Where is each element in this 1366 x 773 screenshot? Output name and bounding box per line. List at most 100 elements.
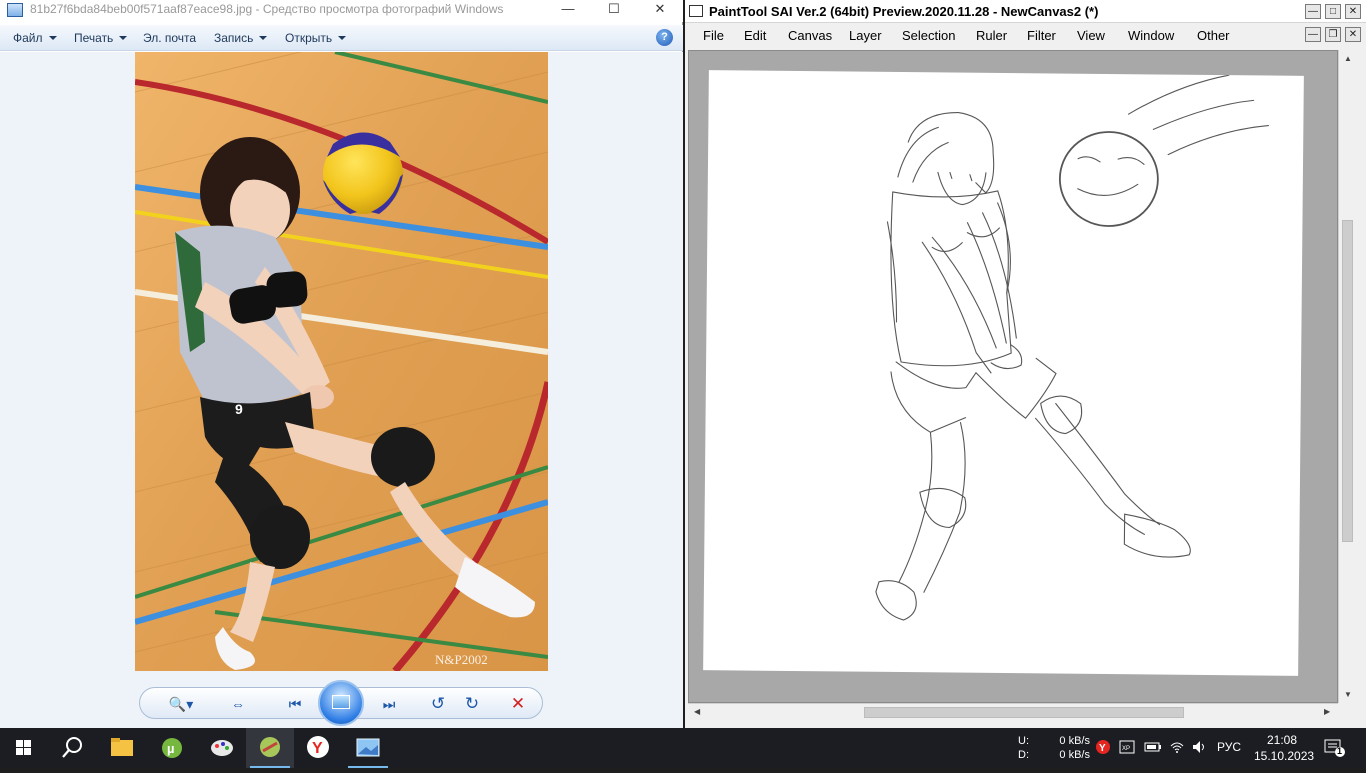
wifi-icon[interactable] xyxy=(1169,739,1185,758)
sai-vertical-scroll-thumb[interactable] xyxy=(1342,220,1353,542)
photo-viewer-icon xyxy=(356,738,380,757)
yandex-tray-icon[interactable]: Y xyxy=(1095,739,1111,758)
zoom-button[interactable]: 🔍▾ xyxy=(164,693,198,715)
sai-horizontal-scrollbar[interactable]: ◀ ▶ xyxy=(688,703,1338,721)
help-icon[interactable]: ? xyxy=(656,29,673,46)
slideshow-button[interactable] xyxy=(318,680,364,726)
sai-app-icon xyxy=(689,5,703,17)
sai-menu-file[interactable]: File xyxy=(703,28,724,43)
search-button[interactable] xyxy=(48,728,96,768)
svg-text:µ: µ xyxy=(167,741,175,756)
taskbar-paint-app[interactable] xyxy=(198,728,246,768)
windows-logo-icon xyxy=(16,740,31,755)
sai-menu-layer[interactable]: Layer xyxy=(849,28,882,43)
sai-menu-other[interactable]: Other xyxy=(1197,28,1230,43)
download-speed: 0 kB/s xyxy=(1059,749,1090,761)
menu-open[interactable]: Открыть xyxy=(285,31,347,45)
sai-menu-ruler[interactable]: Ruler xyxy=(976,28,1007,43)
sai-menu-selection[interactable]: Selection xyxy=(902,28,955,43)
photo-viewer-window: 81b27f6bda84beb00f571aaf87eace98.jpg - С… xyxy=(0,0,683,728)
svg-text:Y: Y xyxy=(1099,743,1106,754)
sai-canvas-workspace[interactable] xyxy=(688,50,1338,703)
clock-time: 21:08 xyxy=(1266,733,1298,747)
taskbar-file-explorer[interactable] xyxy=(98,728,146,768)
canvas-minimize-button[interactable]: — xyxy=(1305,27,1321,42)
volume-icon[interactable] xyxy=(1191,739,1207,758)
sai-menu-edit[interactable]: Edit xyxy=(744,28,766,43)
notification-icon xyxy=(1324,739,1345,757)
photo-viewer-app-icon xyxy=(7,3,23,17)
delete-button[interactable]: ✕ xyxy=(506,693,530,715)
viewer-menubar: Файл Печать Эл. почта Запись Открыть ? xyxy=(0,25,683,51)
menu-file[interactable]: Файл xyxy=(13,31,57,45)
taskbar: µ Y U: D: 0 kB/s 0 kB/s Y XP РУС 21:08 1… xyxy=(0,728,1366,768)
sai-menu-canvas[interactable]: Canvas xyxy=(788,28,832,43)
palette-icon xyxy=(211,740,233,756)
menu-email[interactable]: Эл. почта xyxy=(143,31,196,45)
fit-to-window-button[interactable]: ⇔ xyxy=(224,693,252,715)
sai-menu-view[interactable]: View xyxy=(1077,28,1105,43)
folder-icon xyxy=(111,738,133,756)
viewer-window-title: 81b27f6bda84beb00f571aaf87eace98.jpg - С… xyxy=(30,2,504,16)
chevron-down-icon xyxy=(119,36,128,40)
scroll-down-icon[interactable]: ▼ xyxy=(1344,690,1352,699)
taskbar-utorrent[interactable]: µ xyxy=(148,728,196,768)
photo-watermark: N&P2002 xyxy=(435,652,488,667)
notification-center-button[interactable]: 1 xyxy=(1323,737,1347,762)
sai-vertical-scrollbar[interactable]: ▲ ▼ xyxy=(1338,50,1356,703)
canvas-restore-button[interactable]: ❐ xyxy=(1325,27,1341,42)
search-icon xyxy=(62,737,82,758)
sai-icon xyxy=(260,737,280,757)
paint-tool-sai-window: PaintTool SAI Ver.2 (64bit) Preview.2020… xyxy=(685,0,1366,728)
taskbar-yandex-browser[interactable]: Y xyxy=(294,728,342,768)
menu-print[interactable]: Печать xyxy=(74,31,128,45)
clock-date: 15.10.2023 xyxy=(1254,749,1315,763)
utorrent-icon: µ xyxy=(162,738,182,758)
upload-speed: 0 kB/s xyxy=(1059,735,1090,747)
start-button[interactable] xyxy=(0,728,48,768)
sai-maximize-button[interactable]: □ xyxy=(1325,4,1341,19)
rotate-left-button[interactable]: ↺ xyxy=(426,693,450,715)
scroll-up-icon[interactable]: ▲ xyxy=(1344,54,1352,63)
next-button[interactable]: ⏭ xyxy=(372,693,406,715)
sai-window-title: PaintTool SAI Ver.2 (64bit) Preview.2020… xyxy=(709,4,1099,19)
drawing-canvas[interactable] xyxy=(703,70,1304,676)
chevron-down-icon xyxy=(48,36,57,40)
viewer-close-button[interactable]: ✕ xyxy=(637,0,683,22)
rotate-right-button[interactable]: ↻ xyxy=(460,693,484,715)
network-speed-widget: U: D: 0 kB/s 0 kB/s xyxy=(1018,734,1090,762)
svg-text:Y: Y xyxy=(312,740,323,757)
chevron-down-icon xyxy=(259,36,268,40)
slideshow-icon xyxy=(332,695,350,709)
sai-menu-filter[interactable]: Filter xyxy=(1027,28,1056,43)
sai-titlebar[interactable]: PaintTool SAI Ver.2 (64bit) Preview.2020… xyxy=(685,0,1366,23)
viewer-titlebar[interactable]: 81b27f6bda84beb00f571aaf87eace98.jpg - С… xyxy=(0,0,683,22)
yandex-icon: Y xyxy=(307,736,329,758)
battery-icon[interactable] xyxy=(1144,739,1162,758)
viewer-image-area: 9 N&P2002 xyxy=(0,52,683,672)
scroll-right-icon[interactable]: ▶ xyxy=(1324,707,1330,716)
canvas-close-button[interactable]: ✕ xyxy=(1345,27,1361,42)
volleyball-photo-image: 9 N&P2002 xyxy=(135,52,548,671)
sai-minimize-button[interactable]: — xyxy=(1305,4,1321,19)
upload-label: U: xyxy=(1018,735,1029,747)
scroll-left-icon[interactable]: ◀ xyxy=(694,707,700,716)
taskbar-paint-tool-sai[interactable] xyxy=(246,728,294,768)
sai-horizontal-scroll-thumb[interactable] xyxy=(864,707,1184,718)
notification-count: 1 xyxy=(1337,746,1343,756)
previous-button[interactable]: ⏮ xyxy=(278,693,312,715)
menu-burn[interactable]: Запись xyxy=(214,31,268,45)
taskbar-photo-viewer[interactable] xyxy=(344,728,392,768)
sai-close-button[interactable]: ✕ xyxy=(1345,4,1361,19)
viewer-maximize-button[interactable]: ☐ xyxy=(591,0,637,22)
system-clock[interactable]: 21:08 15.10.2023 xyxy=(1254,732,1315,764)
chevron-down-icon xyxy=(338,36,347,40)
viewer-minimize-button[interactable]: — xyxy=(545,0,591,22)
sai-menu-window[interactable]: Window xyxy=(1128,28,1174,43)
xp-tray-icon[interactable]: XP xyxy=(1119,739,1135,758)
language-indicator[interactable]: РУС xyxy=(1217,740,1241,754)
svg-text:XP: XP xyxy=(1122,746,1130,752)
volleyball-sketch xyxy=(875,74,1269,621)
sai-menubar: File Edit Canvas Layer Selection Ruler F… xyxy=(685,24,1366,48)
volleyball-photo: 9 N&P2002 xyxy=(135,52,548,671)
